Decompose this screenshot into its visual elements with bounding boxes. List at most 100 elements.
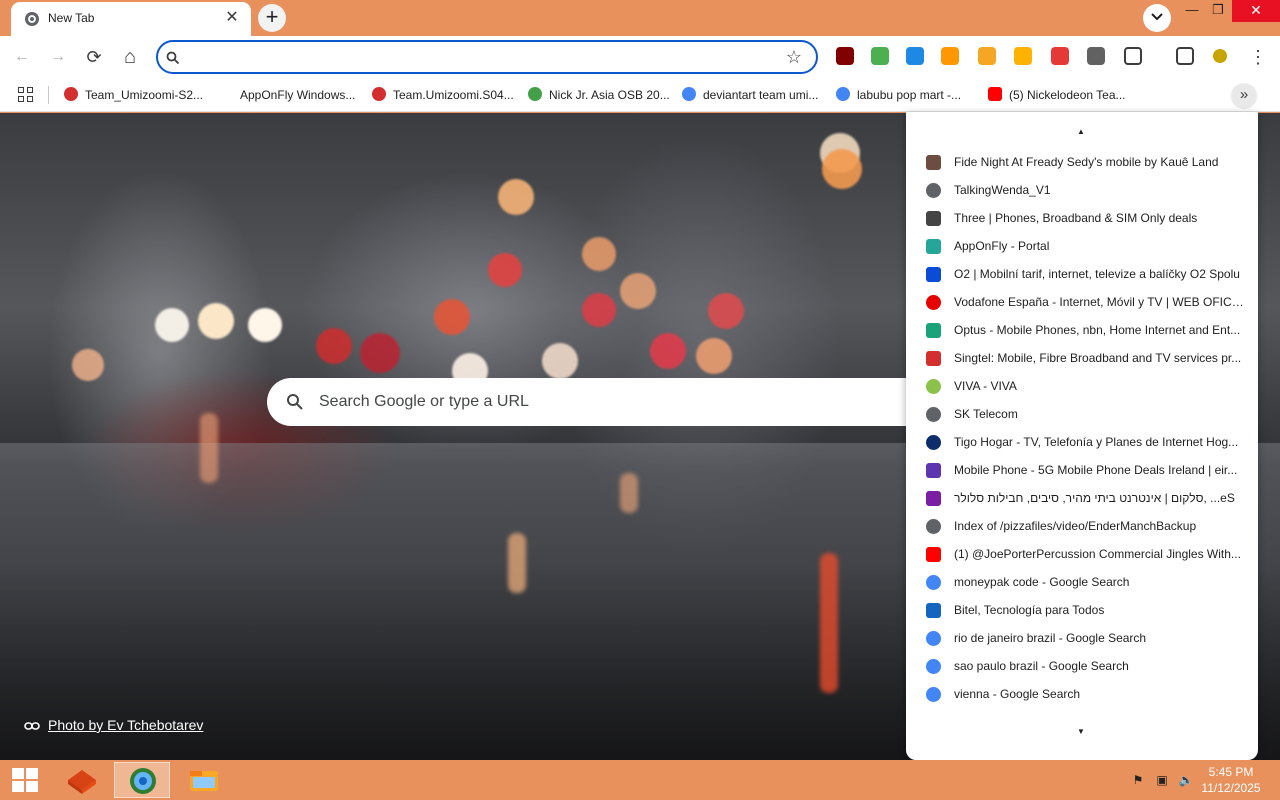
overflow-bookmark-label: Three | Phones, Broadband & SIM Only dea… [954, 211, 1198, 225]
minimize-button[interactable]: — [1180, 0, 1204, 22]
taskbar-clock[interactable]: 5:45 PM 11/12/2025 [1196, 764, 1266, 796]
google-icon [926, 687, 941, 702]
overflow-bookmark-item[interactable]: VIVA - VIVA [906, 372, 1258, 400]
flag-tray-icon[interactable]: ⚑ [1130, 773, 1146, 787]
bookmark-item[interactable]: (5) Nickelodeon Tea... [988, 86, 1126, 104]
bookmark-label: Nick Jr. Asia OSB 20... [549, 88, 670, 102]
overflow-bookmark-label: Bitel, Tecnología para Todos [954, 603, 1105, 617]
bitel-icon [926, 603, 941, 618]
bookmarks-overflow-button[interactable]: » [1231, 83, 1257, 109]
signal-waves-icon[interactable] [941, 47, 959, 65]
overflow-bookmark-item[interactable]: Tigo Hogar - TV, Telefonía y Planes de I… [906, 428, 1258, 456]
folder-icon [190, 771, 218, 791]
taskbar-app-red-box[interactable] [54, 762, 110, 798]
youtube-icon [988, 87, 1002, 101]
toolbar: ← → ⟳ ⌂ ☆ ⋮ [0, 36, 1280, 78]
bookmark-item[interactable]: AppOnFly Windows... [240, 86, 355, 104]
paper-plane-icon [926, 239, 941, 254]
forward-button[interactable]: → [46, 45, 70, 69]
horseshoe-icon[interactable] [1014, 47, 1032, 65]
overflow-bookmark-item[interactable]: Optus - Mobile Phones, nbn, Home Interne… [906, 316, 1258, 344]
tab-strip: New Tab ✕ + — ❐ ✕ [0, 0, 1280, 36]
overflow-bookmark-label: AppOnFly - Portal [954, 239, 1050, 253]
overflow-bookmark-label: Fide Night At Fready Sedy's mobile by Ka… [954, 155, 1219, 169]
overflow-bookmark-item[interactable]: sao paulo brazil - Google Search [906, 652, 1258, 680]
singtel-icon [926, 351, 941, 366]
scroll-down-arrow-icon[interactable]: ▼ [1076, 728, 1086, 736]
overflow-bookmark-item[interactable]: moneypak code - Google Search [906, 568, 1258, 596]
ntp-search-placeholder: Search Google or type a URL [319, 393, 529, 410]
thumbs-down-icon[interactable] [1051, 47, 1069, 65]
overflow-bookmark-item[interactable]: TalkingWenda_V1 [906, 176, 1258, 204]
overflow-bookmark-item[interactable]: rio de janeiro brazil - Google Search [906, 624, 1258, 652]
search-icon [287, 394, 303, 410]
bookmark-label: labubu pop mart -... [857, 88, 962, 102]
shield-check-icon[interactable] [871, 47, 889, 65]
new-tab-button[interactable]: + [258, 4, 286, 32]
bookmark-item[interactable]: Team.Umizoomi.S04... [372, 86, 514, 104]
address-bar[interactable]: ☆ [156, 40, 818, 74]
back-button[interactable]: ← [10, 45, 34, 69]
globe-icon [926, 519, 941, 534]
audio-wave-icon[interactable] [906, 47, 924, 65]
flask-icon[interactable] [1176, 47, 1194, 65]
overflow-bookmark-item[interactable]: SK Telecom [906, 400, 1258, 428]
overflow-bookmark-item[interactable]: Index of /pizzafiles/video/EnderManchBac… [906, 512, 1258, 540]
bookmarks-overflow-menu: ▲ Fide Night At Fready Sedy's mobile by … [906, 112, 1258, 760]
chrome-menu-button[interactable]: ⋮ [1246, 45, 1270, 69]
address-input[interactable] [188, 48, 778, 66]
bookmark-star-icon[interactable]: ☆ [786, 47, 802, 67]
people-icon[interactable] [978, 47, 996, 65]
overflow-bookmark-item[interactable]: Three | Phones, Broadband & SIM Only dea… [906, 204, 1258, 232]
close-window-button[interactable]: ✕ [1232, 0, 1280, 22]
overflow-bookmark-item[interactable]: סלקום | אינטרנט ביתי מהיר, סיבים, חבילות… [906, 484, 1258, 512]
viva-check-icon [926, 379, 941, 394]
start-button[interactable] [12, 768, 38, 792]
ntp-search-box[interactable]: Search Google or type a URL [267, 378, 967, 426]
bookmark-label: Team_Umizoomi-S2... [85, 88, 204, 102]
taskbar-app-file-explorer[interactable] [176, 762, 232, 798]
ublock-origin-icon[interactable] [836, 47, 854, 65]
bookmark-label: Team.Umizoomi.S04... [393, 88, 514, 102]
overflow-bookmark-item[interactable]: O2 | Mobilní tarif, internet, televize a… [906, 260, 1258, 288]
bookmark-label: deviantart team umi... [703, 88, 819, 102]
overflow-bookmark-label: TalkingWenda_V1 [954, 183, 1051, 197]
tab-new-tab[interactable]: New Tab ✕ [11, 2, 251, 36]
game-thumb-icon [926, 155, 941, 170]
tab-close-button[interactable]: ✕ [223, 9, 241, 27]
youtube-red-icon [64, 87, 78, 101]
home-button[interactable]: ⌂ [118, 45, 142, 69]
reload-button[interactable]: ⟳ [82, 45, 106, 69]
profile-avatar-icon[interactable] [1213, 49, 1227, 63]
globe-icon [926, 407, 941, 422]
photo-credit-link[interactable]: Photo by Ev Tchebotarev [24, 717, 203, 733]
bookmark-item[interactable]: deviantart team umi... [682, 86, 818, 104]
overflow-bookmark-item[interactable]: Mobile Phone - 5G Mobile Phone Deals Ire… [906, 456, 1258, 484]
clock-time: 5:45 PM [1208, 765, 1254, 779]
overflow-bookmark-label: Tigo Hogar - TV, Telefonía y Planes de I… [954, 435, 1239, 449]
apps-grid-icon[interactable] [18, 87, 34, 103]
overflow-bookmark-item[interactable]: Vodafone España - Internet, Móvil y TV |… [906, 288, 1258, 316]
red-box-app-icon [68, 770, 96, 794]
overflow-bookmark-item[interactable]: vienna - Google Search [906, 680, 1258, 708]
tab-search-button[interactable] [1143, 4, 1171, 32]
volume-muted-tray-icon[interactable]: 🔈 [1178, 773, 1194, 787]
overflow-bookmark-item[interactable]: Bitel, Tecnología para Todos [906, 596, 1258, 624]
bookmark-item[interactable]: Team_Umizoomi-S2... [64, 86, 203, 104]
overflow-bookmark-item[interactable]: (1) @JoePorterPercussion Commercial Jing… [906, 540, 1258, 568]
scroll-up-arrow-icon[interactable]: ▲ [1076, 128, 1086, 136]
bookmark-item[interactable]: Nick Jr. Asia OSB 20... [528, 86, 670, 104]
eir-icon [926, 463, 941, 478]
google-icon [926, 659, 941, 674]
microphone-icon[interactable] [1087, 47, 1105, 65]
network-tray-icon[interactable]: ▣ [1154, 773, 1170, 787]
overflow-bookmark-item[interactable]: Singtel: Mobile, Fibre Broadband and TV … [906, 344, 1258, 372]
overflow-bookmark-item[interactable]: Fide Night At Fready Sedy's mobile by Ka… [906, 148, 1258, 176]
puzzle-icon[interactable] [1124, 47, 1142, 65]
overflow-bookmark-item[interactable]: AppOnFly - Portal [906, 232, 1258, 260]
bookmark-item[interactable]: labubu pop mart -... [836, 86, 961, 104]
taskbar-app-browser[interactable] [114, 762, 170, 798]
maximize-button[interactable]: ❐ [1206, 0, 1230, 22]
overflow-bookmark-label: Vodafone España - Internet, Móvil y TV |… [954, 295, 1244, 309]
taskbar: ⚑ ▣ 🔈 5:45 PM 11/12/2025 [0, 760, 1280, 800]
